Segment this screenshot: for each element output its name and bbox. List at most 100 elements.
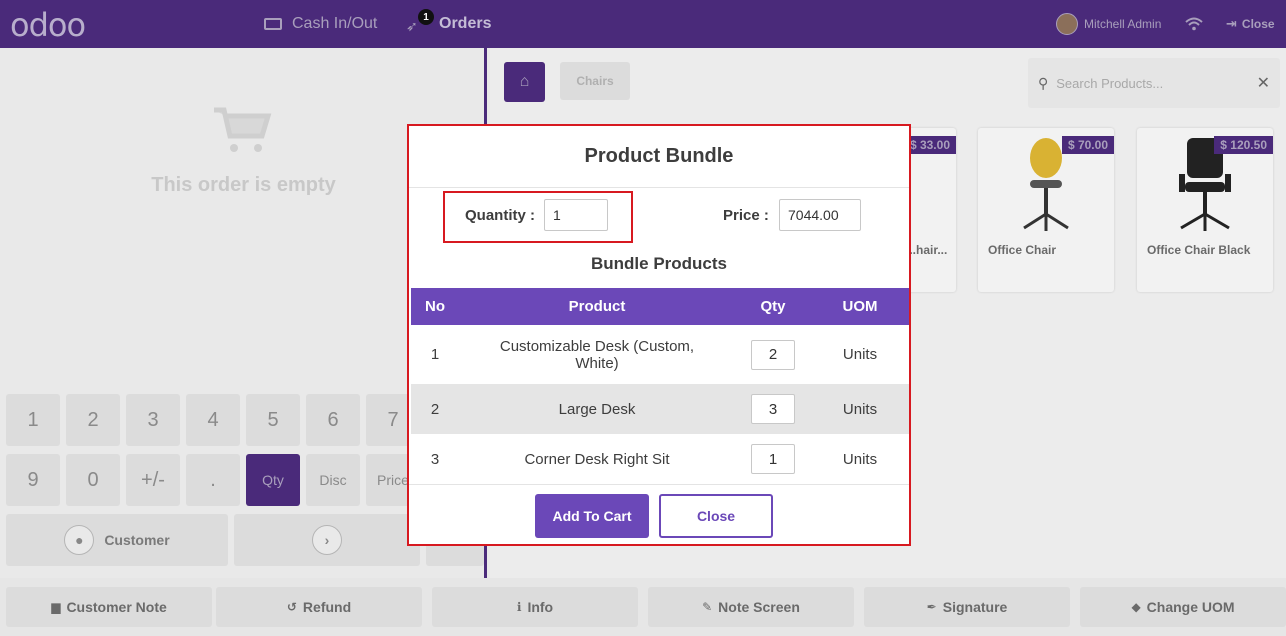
product-search[interactable]: ⚲ Search Products... ✕ xyxy=(1028,58,1280,108)
row-product: Corner Desk Right Sit xyxy=(524,450,670,468)
orders-label: Orders xyxy=(439,15,492,32)
customer-label: Customer xyxy=(104,532,170,548)
avatar xyxy=(1056,13,1078,35)
customer-button[interactable]: ● Customer xyxy=(6,514,228,566)
row-qty-cell: 3 xyxy=(735,384,811,434)
numpad-0[interactable]: 0 xyxy=(66,454,120,506)
wifi-icon xyxy=(1185,0,1203,48)
dialog-footer-divider xyxy=(409,484,909,485)
numpad-4[interactable]: 4 xyxy=(186,394,240,446)
payment-button[interactable]: › xyxy=(234,514,420,566)
category-chairs[interactable]: Chairs xyxy=(560,62,630,100)
price-label: Price : xyxy=(723,207,769,224)
add-to-cart-button[interactable]: Add To Cart xyxy=(535,494,649,538)
product-price-tag: $ 70.00 xyxy=(1061,136,1114,154)
row-qty-input[interactable]: 1 xyxy=(751,444,795,474)
signature-button[interactable]: ✒ Signature xyxy=(864,587,1070,627)
numpad-qty-mode[interactable]: Qty xyxy=(246,454,300,506)
undo-icon: ↺ xyxy=(286,600,297,614)
column-qty: Qty xyxy=(760,298,786,315)
row-no: 1 xyxy=(430,346,440,363)
top-bar: odoo Cash In/Out ➶ 1 Orders Mitchell Adm… xyxy=(0,0,1286,48)
dialog-title: Product Bundle xyxy=(409,126,909,188)
odoo-logo: odoo xyxy=(10,6,86,44)
row-qty-input[interactable]: 2 xyxy=(751,339,795,370)
product-name: Office Chair xyxy=(988,243,1057,257)
change-uom-button[interactable]: ◆ Change UOM xyxy=(1080,587,1286,627)
row-qty-cell: 1 xyxy=(735,434,811,484)
refund-label: Refund xyxy=(302,599,352,615)
product-price-tag: $ 120.50 xyxy=(1214,136,1273,154)
action-bar: ▆ Customer Note ↺ Refund ℹ Info ✎ Note S… xyxy=(0,578,1286,636)
info-label: Info xyxy=(527,599,554,615)
orders-count-badge: 1 xyxy=(418,9,434,25)
product-card[interactable]: $ 70.00 Office Chair xyxy=(978,128,1114,292)
clear-search-icon[interactable]: ✕ xyxy=(1257,73,1270,93)
home-icon: ⌂ xyxy=(519,73,530,90)
quantity-label: Quantity : xyxy=(465,207,535,224)
close-session-label: Close xyxy=(1241,17,1275,31)
tag-icon: ◆ xyxy=(1131,600,1141,614)
table-row: 3 Corner Desk Right Sit 1 Units xyxy=(411,434,909,484)
row-uom: Units xyxy=(842,400,878,418)
product-bundle-dialog: Product Bundle Quantity : 1 Price : 7044… xyxy=(407,124,911,546)
home-category-button[interactable]: ⌂ xyxy=(504,62,545,102)
row-uom: Units xyxy=(842,450,878,468)
signature-label: Signature xyxy=(942,599,1008,615)
product-name: Office Chair Black xyxy=(1147,243,1251,257)
search-placeholder: Search Products... xyxy=(1056,75,1164,91)
search-icon: ⚲ xyxy=(1038,74,1049,91)
column-no: No xyxy=(425,298,445,315)
row-product: Customizable Desk (Custom, White) xyxy=(499,337,695,372)
cash-in-out-label: Cash In/Out xyxy=(292,15,378,32)
row-uom: Units xyxy=(842,346,878,363)
row-qty-input[interactable]: 3 xyxy=(751,394,795,424)
numpad-plus-minus[interactable]: +/- xyxy=(126,454,180,506)
refund-button[interactable]: ↺ Refund xyxy=(216,587,422,627)
close-session-button[interactable]: ⇥ Close xyxy=(1226,0,1275,48)
note-screen-label: Note Screen xyxy=(718,599,800,615)
pen-icon: ✒ xyxy=(926,600,937,614)
numpad-9[interactable]: 9 xyxy=(6,454,60,506)
sign-out-icon: ⇥ xyxy=(1226,16,1237,31)
note-screen-button[interactable]: ✎ Note Screen xyxy=(648,587,854,627)
user-menu[interactable]: Mitchell Admin xyxy=(1056,0,1161,48)
numpad-3[interactable]: 3 xyxy=(126,394,180,446)
edit-icon: ✎ xyxy=(702,600,713,614)
column-uom: UOM xyxy=(842,298,878,315)
close-dialog-button[interactable]: Close xyxy=(659,494,773,538)
change-uom-label: Change UOM xyxy=(1146,599,1235,615)
numpad-6[interactable]: 6 xyxy=(306,394,360,446)
table-row: 2 Large Desk 3 Units xyxy=(411,384,909,434)
numpad-1[interactable]: 1 xyxy=(6,394,60,446)
column-product: Product xyxy=(568,298,626,315)
row-qty-cell: 2 xyxy=(735,325,811,384)
product-name: ...hair... xyxy=(906,243,948,257)
user-icon: ● xyxy=(64,525,95,555)
customer-note-label: Customer Note xyxy=(66,599,167,615)
bundle-products-heading: Bundle Products xyxy=(590,254,727,273)
bundle-price-input[interactable]: 7044.00 xyxy=(779,199,861,231)
table-row: 1 Customizable Desk (Custom, White) 2 Un… xyxy=(411,325,909,384)
numpad-5[interactable]: 5 xyxy=(246,394,300,446)
info-button[interactable]: ℹ Info xyxy=(432,587,638,627)
chevron-right-icon: › xyxy=(312,525,342,555)
money-icon xyxy=(264,18,282,30)
note-icon: ▆ xyxy=(51,600,61,614)
user-name: Mitchell Admin xyxy=(1084,17,1162,31)
cart-icon xyxy=(214,107,272,152)
row-no: 2 xyxy=(430,400,440,418)
cash-in-out-button[interactable]: Cash In/Out xyxy=(264,0,377,48)
numpad-decimal[interactable]: . xyxy=(186,454,240,506)
row-no: 3 xyxy=(430,450,440,468)
numpad-disc-mode[interactable]: Disc xyxy=(306,454,360,506)
product-price-tag: $ 33.00 xyxy=(903,136,956,154)
bundle-quantity-input[interactable]: 1 xyxy=(544,199,608,231)
product-card[interactable]: $ 120.50 Office Chair Black xyxy=(1137,128,1273,292)
info-icon: ℹ xyxy=(516,600,522,614)
numpad-2[interactable]: 2 xyxy=(66,394,120,446)
customer-note-button[interactable]: ▆ Customer Note xyxy=(6,587,212,627)
row-product: Large Desk xyxy=(558,400,636,418)
orders-button[interactable]: ➶ 1 Orders xyxy=(406,0,491,48)
bundle-table-header: No Product Qty UOM xyxy=(411,288,909,325)
